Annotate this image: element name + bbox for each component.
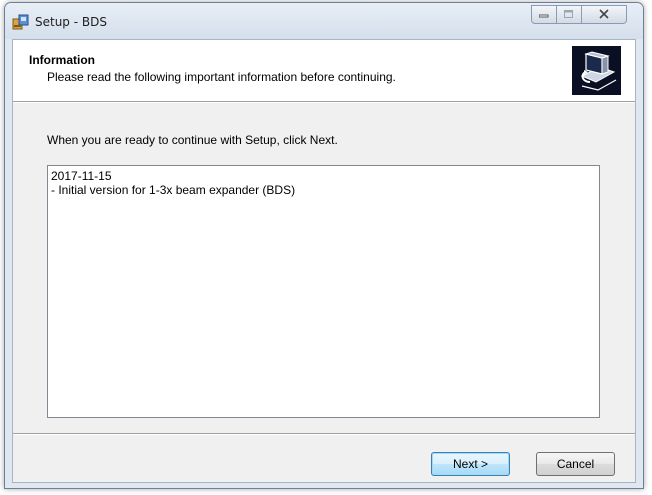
caption-buttons [531, 5, 637, 25]
setup-package-icon[interactable] [12, 13, 30, 31]
setup-computer-icon [572, 46, 621, 95]
close-icon [598, 8, 610, 22]
maximize-icon [564, 8, 574, 22]
page-title: Information [29, 53, 95, 67]
minimize-button[interactable] [531, 5, 557, 24]
header-divider [13, 101, 635, 103]
close-button[interactable] [582, 5, 627, 24]
cancel-button[interactable]: Cancel [536, 452, 615, 476]
window-title: Setup - BDS [35, 15, 107, 29]
memo-line: - Initial version for 1-3x beam expander… [51, 183, 296, 197]
title-bar[interactable]: Setup - BDS [5, 3, 643, 39]
minimize-icon [538, 8, 549, 22]
wizard-header: Information Please read the following im… [13, 40, 635, 101]
instruction-text: When you are ready to continue with Setu… [47, 133, 338, 147]
page-subtitle: Please read the following important info… [47, 70, 396, 84]
maximize-button[interactable] [557, 5, 582, 24]
next-button[interactable]: Next > [431, 452, 510, 476]
memo-line: 2017-11-15 [51, 169, 112, 183]
information-memo[interactable]: 2017-11-15 - Initial version for 1-3x be… [47, 165, 600, 418]
setup-window: Setup - BDS Information Please read the … [4, 2, 644, 489]
footer-divider [13, 433, 635, 435]
wizard-client-area: Information Please read the following im… [12, 39, 636, 483]
